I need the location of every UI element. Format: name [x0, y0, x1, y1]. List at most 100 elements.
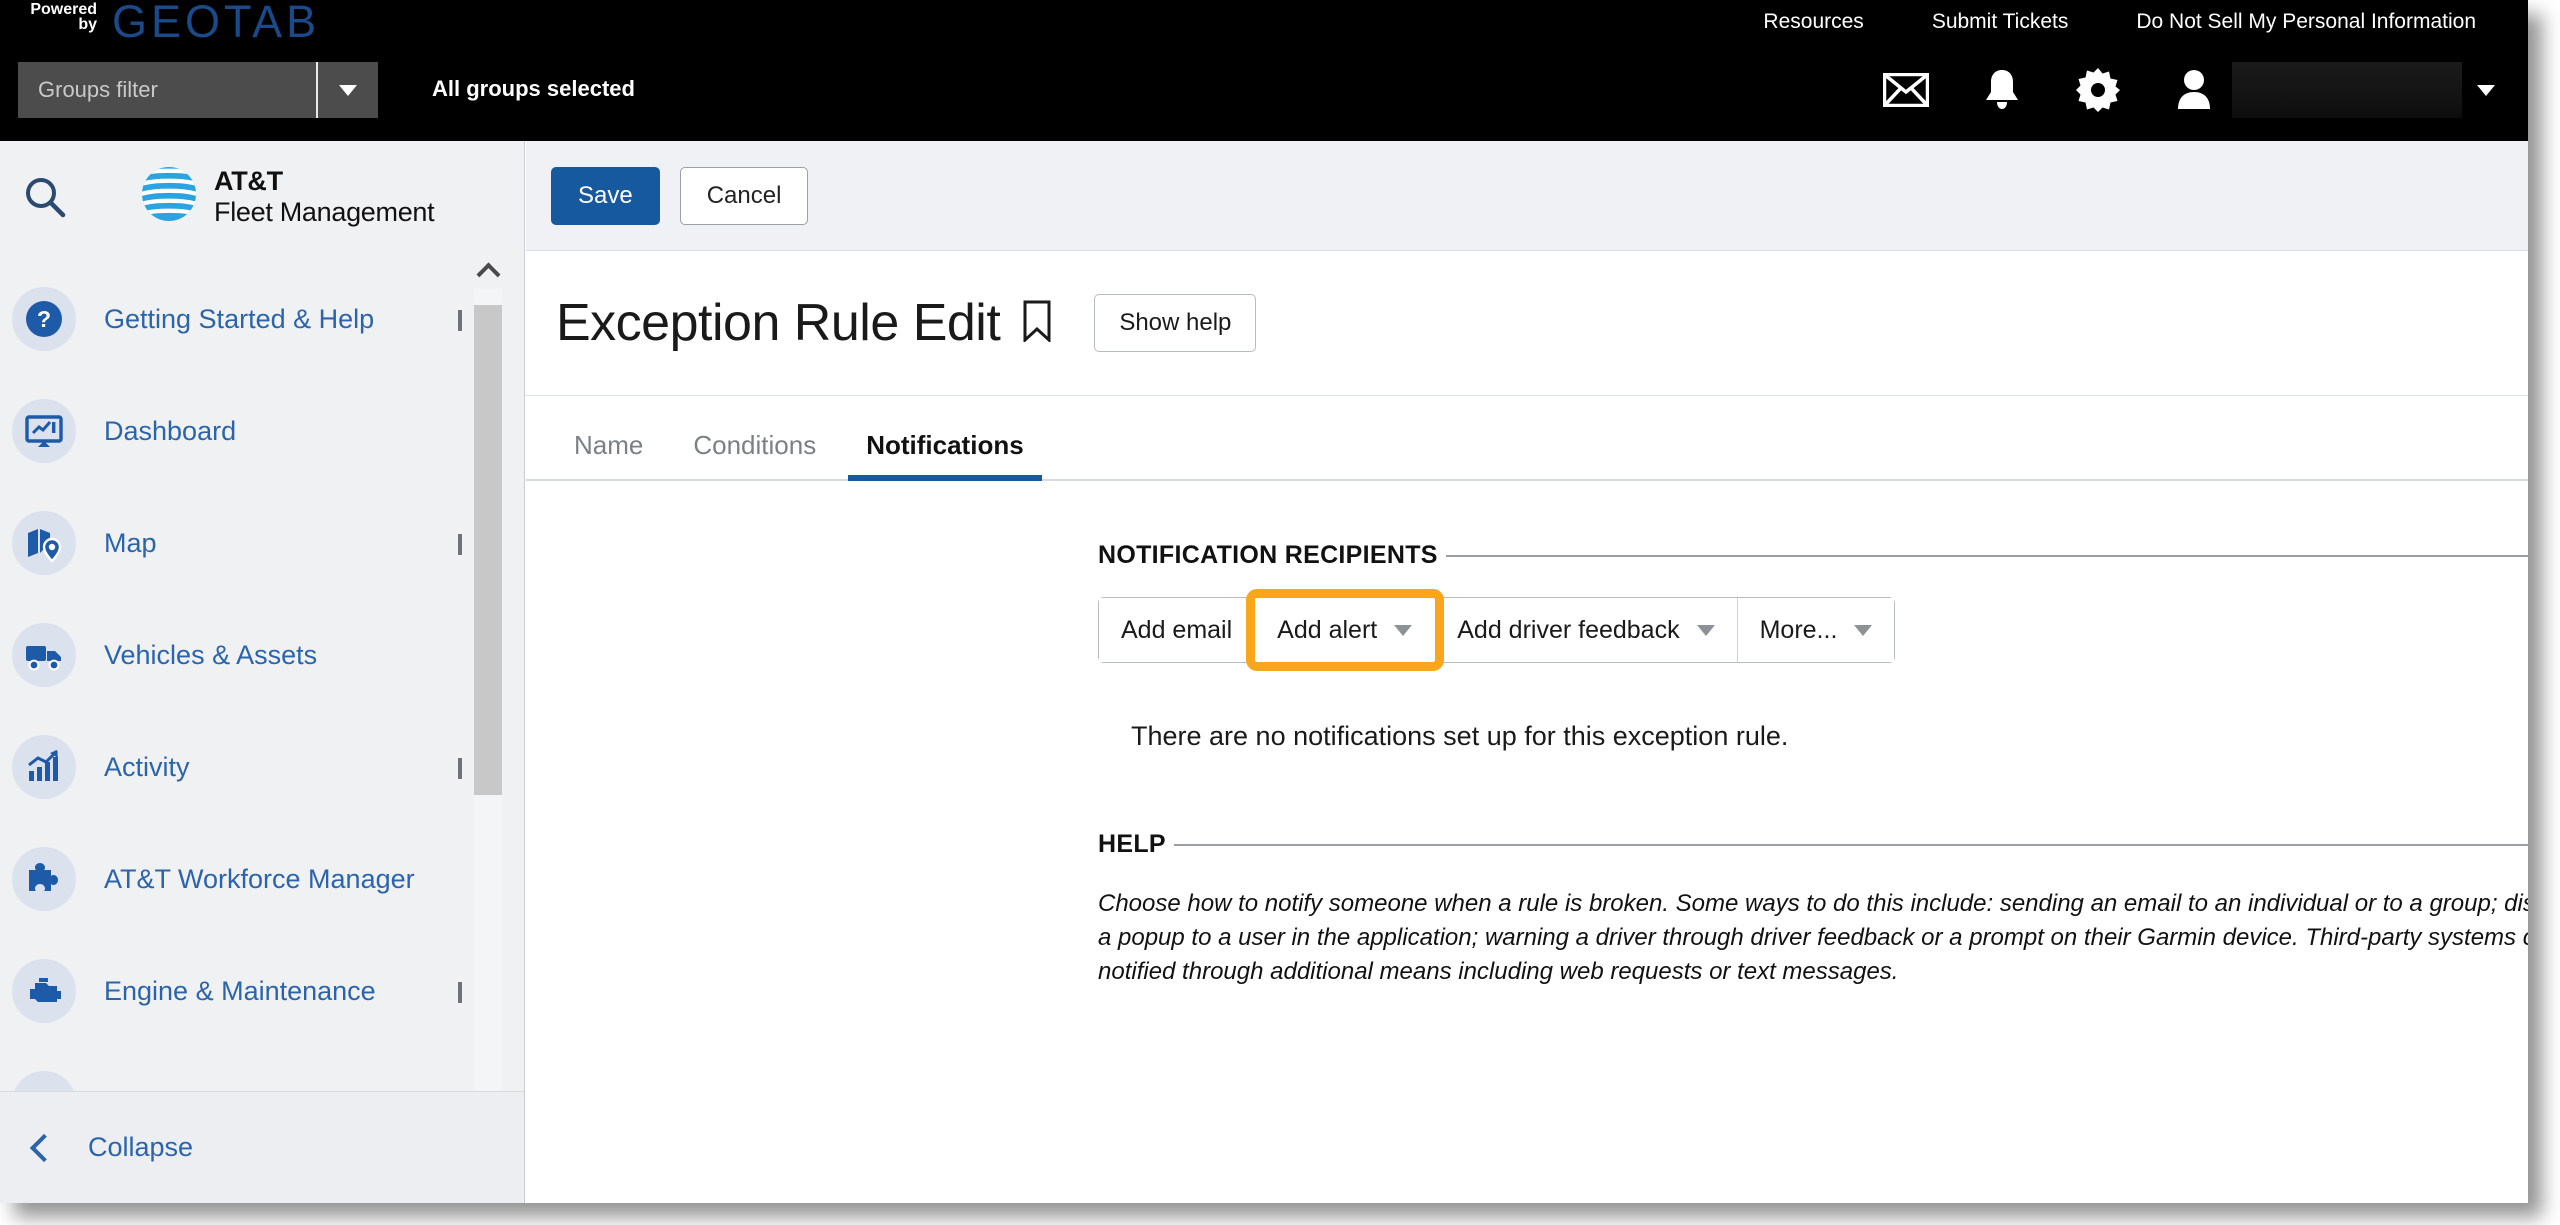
scroll-up-arrow[interactable]: [474, 253, 502, 289]
more-label: More...: [1759, 615, 1838, 644]
chevron-down-icon: [1854, 624, 1873, 636]
more-button[interactable]: More...: [1737, 598, 1895, 662]
sidebar-header: AT&T Fleet Management: [0, 141, 524, 253]
sidebar-scrollbar[interactable]: [474, 253, 502, 1147]
chevron-down-icon: [1696, 624, 1715, 636]
sidebar-item-label: Engine & Maintenance: [104, 975, 376, 1006]
sidebar-item-vehicles-assets[interactable]: Vehicles & Assets: [0, 599, 524, 711]
powered-by-line2: by: [78, 16, 97, 33]
sidebar-item-workforce-manager[interactable]: AT&T Workforce Manager: [0, 823, 524, 935]
search-icon[interactable]: [17, 169, 73, 225]
tab-conditions[interactable]: Conditions: [675, 430, 834, 479]
add-driver-feedback-label: Add driver feedback: [1457, 615, 1680, 644]
tab-bar: Name Conditions Notifications: [526, 396, 2528, 481]
help-divider: [1173, 843, 2528, 846]
bell-icon[interactable]: [1954, 62, 2050, 118]
groups-selected-status: All groups selected: [432, 76, 635, 101]
top-link-resources[interactable]: Resources: [1729, 10, 1897, 34]
map-pin-icon: [12, 511, 76, 575]
sidebar-item-label: Getting Started & Help: [104, 303, 375, 334]
app-frame: Powered by GEOTAB Resources Submit Ticke…: [0, 0, 2528, 1203]
sidebar-item-dashboard[interactable]: Dashboard: [0, 375, 524, 487]
chevron-down-icon[interactable]: [458, 310, 462, 331]
notification-recipients-header: NOTIFICATION RECIPIENTS: [1098, 541, 2528, 570]
sidebar-item-label: AT&T Workforce Manager: [104, 863, 415, 894]
chevron-left-icon: [29, 1133, 59, 1162]
add-driver-feedback-button[interactable]: Add driver feedback: [1435, 598, 1738, 662]
svg-text:?: ?: [37, 306, 51, 332]
help-legend: HELP: [1098, 830, 1166, 858]
activity-chart-icon: [12, 735, 76, 799]
sidebar-item-label: Activity: [104, 751, 190, 782]
help-header: HELP: [1098, 830, 2528, 859]
puzzle-piece-icon: [12, 847, 76, 911]
add-recipient-button-group: Add email Add alert Add driver feedback …: [1098, 589, 1896, 671]
att-globe-icon: [140, 165, 198, 228]
header-icon-cluster: [1858, 62, 2510, 118]
notification-recipients-section: NOTIFICATION RECIPIENTS Add email Add al…: [1098, 541, 2528, 671]
sidebar-item-label: Vehicles & Assets: [104, 639, 318, 670]
sidebar-item-engine-maintenance[interactable]: Engine & Maintenance: [0, 935, 524, 1047]
empty-state-message: There are no notifications set up for th…: [1131, 721, 1789, 751]
geotab-logo: GEOTAB: [112, 0, 321, 47]
section-legend: NOTIFICATION RECIPIENTS: [1098, 541, 1438, 569]
top-link-do-not-sell[interactable]: Do Not Sell My Personal Information: [2102, 10, 2510, 34]
action-toolbar: Save Cancel: [526, 141, 2528, 251]
sidebar-collapse-button[interactable]: Collapse: [0, 1091, 524, 1203]
page-title-zone: Exception Rule Edit Show help: [526, 251, 2528, 396]
screenshot-root: Powered by GEOTAB Resources Submit Ticke…: [0, 0, 2560, 1225]
sidebar-item-label: Map: [104, 527, 157, 558]
bookmark-icon[interactable]: [1022, 300, 1052, 347]
help-section: HELP Choose how to notify someone when a…: [1098, 830, 2528, 989]
groups-filter-placeholder: Groups filter: [38, 77, 158, 102]
chevron-down-icon: [339, 84, 357, 96]
mail-icon[interactable]: [1858, 62, 1954, 118]
user-menu-caret[interactable]: [2462, 62, 2510, 118]
chevron-down-icon: [2477, 84, 2495, 96]
groups-filter-caret[interactable]: [316, 62, 378, 118]
sidebar-item-activity[interactable]: Activity: [0, 711, 524, 823]
scrollbar-thumb[interactable]: [474, 305, 502, 795]
user-name-field[interactable]: [2232, 62, 2462, 118]
legend-divider: [1445, 554, 2528, 557]
show-help-button[interactable]: Show help: [1094, 294, 1257, 352]
powered-by-line1: Powered: [30, 1, 97, 18]
save-button[interactable]: Save: [551, 166, 660, 225]
cancel-button[interactable]: Cancel: [679, 166, 809, 225]
add-alert-label: Add alert: [1277, 615, 1378, 644]
collapse-label: Collapse: [88, 1132, 194, 1162]
help-body-text: Choose how to notify someone when a rule…: [1098, 890, 2528, 986]
chevron-down-icon[interactable]: [458, 758, 462, 779]
sidebar-nav-scroll: ? Getting Started & Help Dashboard Map V…: [0, 253, 524, 1147]
dashboard-monitor-icon: [12, 399, 76, 463]
groups-filter-dropdown[interactable]: Groups filter: [18, 62, 378, 118]
sidebar-nav-list: ? Getting Started & Help Dashboard Map V…: [0, 253, 524, 1147]
tab-name[interactable]: Name: [556, 430, 661, 479]
chevron-down-icon[interactable]: [458, 534, 462, 555]
page-title: Exception Rule Edit: [556, 294, 1001, 352]
add-email-button[interactable]: Add email: [1099, 598, 1256, 662]
brand-line-att: AT&T: [214, 166, 283, 197]
sidebar: AT&T Fleet Management ? Getting Started …: [0, 141, 525, 1203]
chevron-down-icon[interactable]: [458, 982, 462, 1003]
gear-icon[interactable]: [2050, 62, 2146, 118]
chevron-up-icon: [475, 261, 501, 287]
truck-icon: [12, 623, 76, 687]
add-alert-button[interactable]: Add alert: [1246, 589, 1445, 671]
powered-by-label: Powered by: [25, 1, 97, 33]
sidebar-item-getting-started[interactable]: ? Getting Started & Help: [0, 263, 524, 375]
tab-notifications[interactable]: Notifications: [848, 430, 1043, 481]
question-circle-icon: ?: [12, 287, 76, 351]
tab-panel-notifications: NOTIFICATION RECIPIENTS Add email Add al…: [526, 481, 2528, 989]
brand-text: AT&T Fleet Management: [214, 166, 435, 227]
scrollbar-track[interactable]: [474, 289, 502, 1111]
sidebar-item-map[interactable]: Map: [0, 487, 524, 599]
sidebar-item-label: Dashboard: [104, 415, 237, 446]
add-email-label: Add email: [1121, 615, 1233, 644]
user-icon[interactable]: [2146, 62, 2242, 118]
brand-line-fleet: Fleet Management: [214, 196, 435, 227]
att-fleet-brand: AT&T Fleet Management: [140, 165, 435, 228]
engine-icon: [12, 959, 76, 1023]
top-link-submit-tickets[interactable]: Submit Tickets: [1898, 10, 2103, 34]
main-content: Save Cancel Exception Rule Edit Show hel…: [526, 141, 2528, 1203]
